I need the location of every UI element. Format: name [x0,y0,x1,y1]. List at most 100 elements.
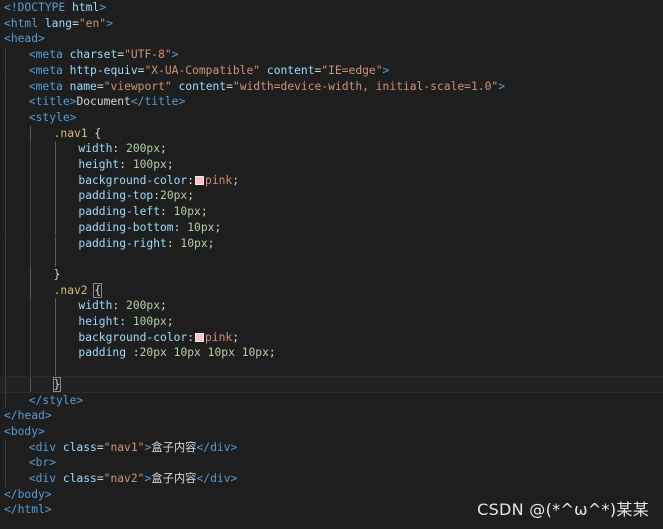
code-line[interactable]: <html lang="en"> [0,16,663,32]
code-token: "UTF-8" [124,48,172,62]
code-token: padding-bottom [78,220,174,234]
code-line[interactable]: </head> [0,408,663,424]
code-line[interactable]: width: 200px; [0,141,663,157]
indent-guide [54,329,56,346]
code-line[interactable]: padding :20px 10px 10px 10px; [0,345,663,362]
indent-guide [5,188,6,205]
code-line-content: padding-right: 10px; [78,236,214,252]
code-token: pink [205,330,233,344]
code-token: ; [214,220,222,234]
code-token: ; [166,315,174,328]
code-token: : [153,189,161,203]
code-editor[interactable]: <!DOCTYPE html> <html lang="en"> <head> <me… [0,0,663,529]
code-line[interactable]: <div class="nav2">盒子内容</div> [0,471,663,487]
code-line[interactable]: background-color: pink; [0,329,663,346]
code-line[interactable] [0,361,663,377]
indent-guide [5,282,6,299]
indent-guide [5,471,6,487]
code-token: 10px [241,346,269,360]
indent-guide [5,78,6,95]
code-line-content: } [54,267,61,283]
code-line-content: width: 200px; [78,298,166,314]
code-token: ; [166,158,174,171]
code-token: div [210,440,231,454]
code-token: padding [78,346,126,360]
code-line[interactable]: </style> [0,392,663,409]
code-token: ; [160,299,167,313]
indent-guide [54,172,56,189]
code-line[interactable]: .nav2 { [0,282,663,299]
code-line[interactable]: <body> [0,424,663,440]
code-line[interactable]: width: 200px; [0,298,663,314]
color-swatch-icon[interactable] [195,332,205,342]
code-line[interactable]: padding-right: 10px; [0,235,663,252]
code-line-content: <style> [29,110,77,126]
code-line[interactable]: <meta http-equiv="X-UA-Compatible" conte… [0,62,663,79]
code-line[interactable]: padding-top:20px; [0,188,663,205]
code-line[interactable]: <title>Document</title> [0,94,663,110]
code-line[interactable]: height: 100px; [0,314,663,330]
code-token: = [96,79,104,93]
code-token: meta [35,48,63,62]
code-line[interactable]: } [0,266,663,283]
code-token: content [266,63,315,77]
code-token: "IE=edge" [321,63,383,77]
code-line[interactable]: <br> [0,455,663,471]
code-line[interactable]: <head> [0,31,663,47]
code-line[interactable]: padding-bottom: 10px; [0,219,663,236]
code-line-content: .nav2 { [54,282,103,299]
indent-guide [5,345,6,362]
code-line[interactable]: padding-left: 10px; [0,204,663,220]
indent-guide [5,125,6,142]
code-token: 盒子内容 [151,472,197,485]
code-token: 100px [132,158,167,171]
code-token: 10px [180,236,208,250]
indent-guide [5,329,6,346]
code-token: html [17,503,45,517]
code-token: : [173,220,188,234]
indent-guide [5,376,6,393]
code-token: lang [44,16,73,30]
code-line[interactable]: <!DOCTYPE html> [0,0,663,16]
code-line[interactable]: <meta charset="UTF-8"> [0,47,663,63]
watermark: CSDN @(*^ω^*)某某 [477,500,649,519]
code-token: > [382,63,390,77]
indent-guide [5,235,6,252]
code-line[interactable]: .nav1 { [0,125,663,142]
code-line[interactable]: background-color: pink; [0,172,663,189]
code-line[interactable]: <div class="nav1">盒子内容</div> [0,439,663,456]
code-token: div [35,440,57,454]
code-token: "nav1" [103,440,145,454]
code-token: "width=device-width, initial-scale=1.0" [232,79,499,93]
code-token: 10px [207,346,235,360]
indent-guide [29,376,31,393]
code-token: : [119,315,133,328]
code-line[interactable]: } [0,375,663,394]
code-line-content: .nav1 { [54,126,102,142]
code-line-content: <div class="nav2">盒子内容</div> [29,471,238,487]
code-token: < [28,63,36,77]
indent-guide [5,455,6,471]
indent-guide [29,298,31,314]
code-line[interactable]: <style> [0,109,663,126]
code-line[interactable]: height: 100px; [0,157,663,173]
indent-guide [54,188,56,205]
code-token: < [4,424,11,438]
code-token: class [62,440,97,454]
matched-bracket: { [93,282,103,298]
indent-guide [54,157,56,173]
code-line-content: padding-bottom: 10px; [78,220,221,236]
code-line[interactable]: <meta name="viewport" content="width=dev… [0,78,663,95]
indent-guide [29,251,31,267]
code-line[interactable] [0,251,663,267]
code-line-content: <title>Document</title> [29,94,186,110]
code-token: } [53,267,61,281]
color-swatch-icon[interactable] [195,175,205,185]
code-line-content: <div class="nav1">盒子内容</div> [29,440,238,456]
indent-guide [29,188,31,205]
code-token: body [17,487,45,501]
code-token: < [28,472,36,485]
